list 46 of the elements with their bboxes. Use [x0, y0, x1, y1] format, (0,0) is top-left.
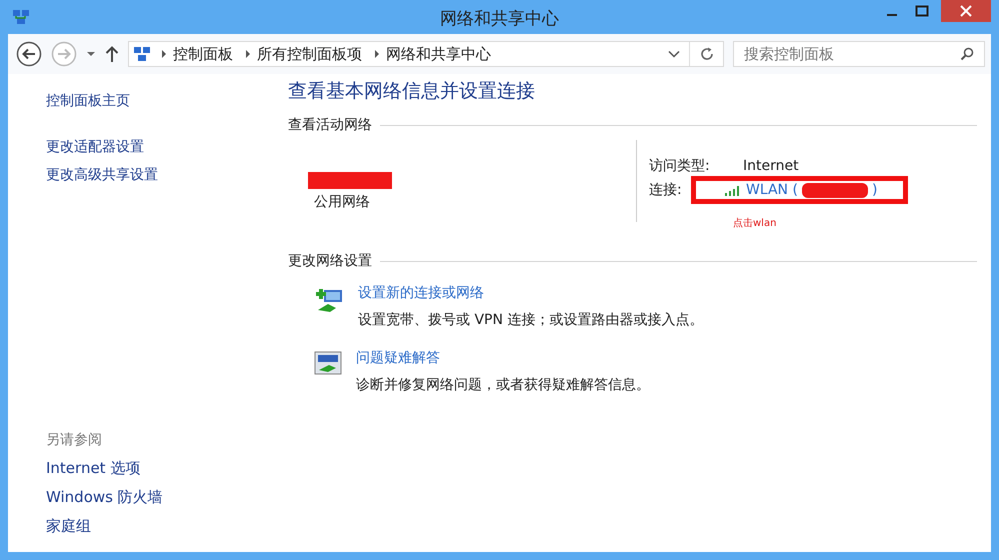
see-also-link[interactable]: Windows 防火墙	[46, 488, 280, 507]
connection-link[interactable]: )	[872, 182, 878, 198]
chevron-icon	[245, 50, 251, 58]
network-icon	[12, 8, 30, 26]
address-bar[interactable]: 控制面板 所有控制面板项 网络和共享中心	[128, 41, 724, 67]
dropdown-icon[interactable]	[668, 50, 680, 58]
network-icon	[133, 45, 151, 63]
search-icon[interactable]	[960, 47, 974, 61]
sidebar-link[interactable]: 更改适配器设置	[46, 138, 280, 156]
window-title: 网络和共享中心	[440, 8, 559, 30]
task-description: 设置宽带、拨号或 VPN 连接；或设置路由器或接入点。	[358, 311, 704, 329]
see-also-link[interactable]: 家庭组	[46, 517, 280, 536]
up-arrow-icon[interactable]	[105, 45, 119, 63]
sidebar-link[interactable]: 控制面板主页	[46, 92, 280, 110]
connection-link[interactable]: WLAN (	[746, 182, 798, 198]
chevron-icon	[374, 50, 380, 58]
search-field[interactable]: 搜索控制面板	[733, 41, 985, 67]
field-label: 连接:	[649, 181, 683, 199]
maximize-icon	[915, 5, 929, 17]
network-setup-icon	[314, 286, 344, 314]
breadcrumb[interactable]: 控制面板	[173, 44, 233, 64]
troubleshoot-icon	[314, 351, 342, 375]
page-heading: 查看基本网络信息并设置连接	[288, 79, 536, 104]
field-value: Internet	[743, 158, 799, 174]
breadcrumb[interactable]: 所有控制面板项	[257, 44, 362, 64]
back-button[interactable]	[16, 41, 42, 67]
refresh-icon[interactable]	[699, 46, 715, 62]
signal-icon	[724, 184, 742, 196]
field-label: 访问类型:	[649, 157, 711, 175]
task-link[interactable]: 设置新的连接或网络	[358, 284, 704, 302]
task-link[interactable]: 问题疑难解答	[356, 349, 650, 367]
minimize-icon	[887, 14, 897, 16]
section-heading: 更改网络设置	[288, 252, 372, 270]
redaction-mark	[802, 182, 868, 198]
breadcrumb[interactable]: 网络和共享中心	[386, 44, 491, 64]
see-also-link[interactable]: Internet 选项	[46, 459, 280, 478]
sidebar-link[interactable]: 更改高级共享设置	[46, 166, 280, 184]
annotation-text: 点击wlan	[733, 216, 778, 230]
see-also-heading: 另请参阅	[46, 431, 103, 449]
close-icon	[960, 5, 972, 17]
section-heading: 查看活动网络	[288, 116, 372, 134]
dropdown-icon[interactable]	[86, 51, 96, 57]
task-description: 诊断并修复网络问题，或者获得疑难解答信息。	[356, 376, 650, 394]
network-type: 公用网络	[314, 193, 371, 211]
close-button[interactable]	[941, 0, 991, 22]
chevron-icon	[161, 50, 167, 58]
